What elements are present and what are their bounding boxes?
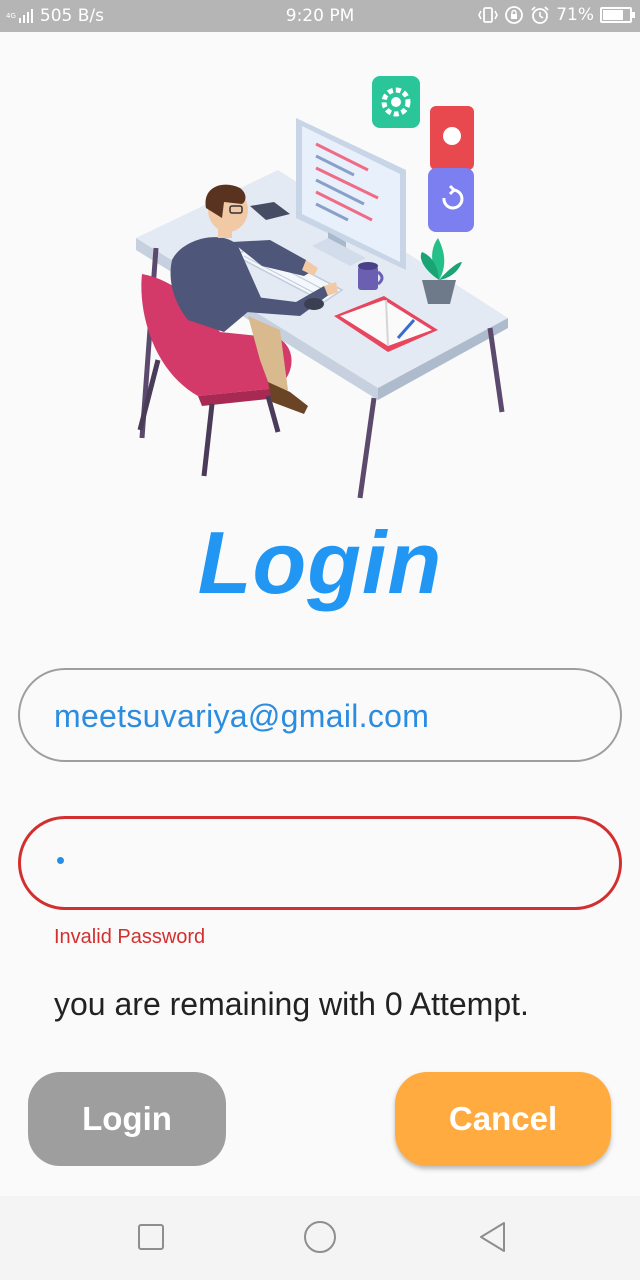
workspace-illustration [136, 76, 508, 499]
page-title: Login [197, 513, 443, 612]
cancel-button[interactable]: Cancel [395, 1072, 611, 1166]
vibrate-icon [478, 7, 499, 23]
email-value: meetsuvariya@gmail.com [54, 698, 430, 734]
attempts-remaining-text: you are remaining with 0 Attempt. [54, 986, 529, 1022]
password-field[interactable] [18, 816, 622, 910]
record-tile-icon [430, 106, 474, 170]
battery-fill [603, 10, 623, 20]
status-right: 71% [478, 5, 635, 25]
refresh-tile-icon [428, 168, 474, 232]
settings-tile-icon [372, 76, 420, 128]
back-icon[interactable] [478, 1221, 506, 1253]
battery-icon [600, 7, 635, 23]
navigation-bar [0, 1196, 640, 1280]
battery-percent: 71% [556, 5, 594, 25]
login-button[interactable]: Login [28, 1072, 226, 1166]
alarm-icon [531, 6, 549, 24]
email-field[interactable]: meetsuvariya@gmail.com [18, 668, 622, 762]
rotation-lock-icon [505, 6, 524, 24]
password-masked-dot [57, 857, 64, 864]
home-icon[interactable] [304, 1221, 336, 1253]
recent-apps-icon[interactable] [138, 1224, 164, 1250]
password-error-text: Invalid Password [54, 926, 206, 948]
status-bar: 4G 505 B/s 9:20 PM 71% [0, 0, 640, 32]
